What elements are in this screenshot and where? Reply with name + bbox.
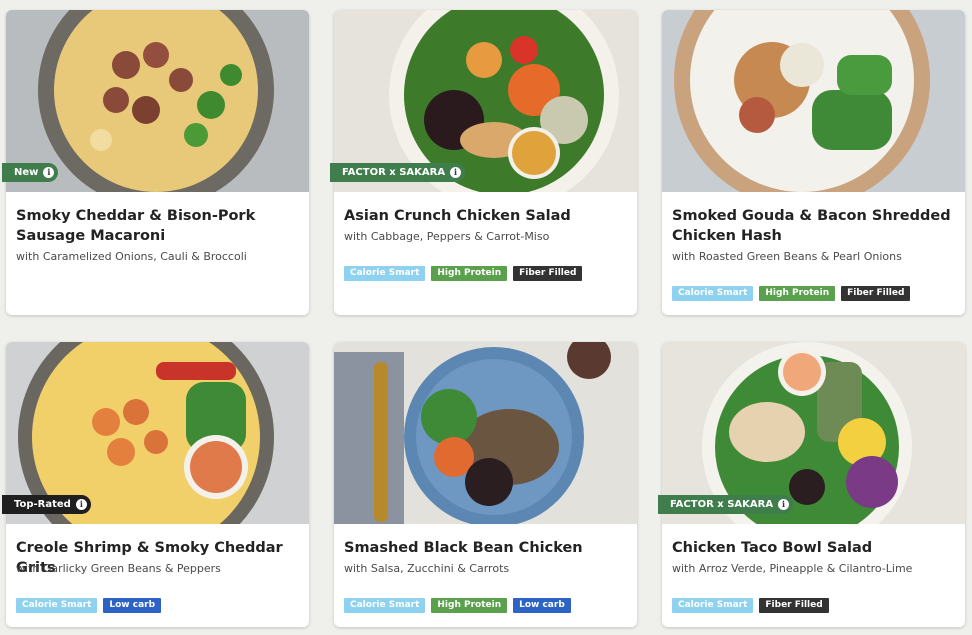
meal-image[interactable]	[662, 10, 965, 192]
info-icon[interactable]: i	[450, 167, 462, 178]
tag-fiber-filled: Fiber Filled	[841, 286, 911, 301]
meal-title[interactable]: Smashed Black Bean Chicken	[344, 538, 632, 558]
meal-card[interactable]: New i Smoky Cheddar & Bison-Pork Sausage …	[2, 10, 309, 315]
tag-list: Calorie Smart Low carb	[16, 598, 162, 613]
tag-list: Calorie Smart Fiber Filled	[672, 598, 829, 613]
meal-title[interactable]: Smoked Gouda & Bacon Shredded Chicken Ha…	[672, 206, 960, 246]
meal-card[interactable]: FACTOR x SAKARA i Asian Crunch Chicken Sa…	[330, 10, 637, 315]
meal-subtitle: with Roasted Green Beans & Pearl Onions	[672, 250, 902, 263]
meal-card[interactable]: Smashed Black Bean Chicken with Salsa, Z…	[334, 342, 637, 627]
meal-image[interactable]	[334, 342, 637, 524]
tag-list: Calorie Smart High Protein Fiber Filled	[672, 286, 911, 301]
meal-title[interactable]: Asian Crunch Chicken Salad	[344, 206, 632, 226]
meal-subtitle: with Garlicky Green Beans & Peppers	[16, 562, 221, 575]
meal-subtitle: with Salsa, Zucchini & Carrots	[344, 562, 510, 575]
tag-low-carb: Low carb	[513, 598, 571, 613]
info-icon[interactable]: i	[43, 167, 55, 178]
tag-list: Calorie Smart High Protein Low carb	[344, 598, 571, 613]
tag-fiber-filled: Fiber Filled	[759, 598, 829, 613]
meal-title[interactable]: Chicken Taco Bowl Salad	[672, 538, 960, 558]
tag-calorie-smart: Calorie Smart	[16, 598, 98, 613]
meal-subtitle: with Cabbage, Peppers & Carrot-Miso	[344, 230, 550, 243]
tag-calorie-smart: Calorie Smart	[344, 598, 426, 613]
meal-card[interactable]: FACTOR x SAKARA i Chicken Taco Bowl Salad…	[658, 342, 965, 627]
tag-high-protein: High Protein	[431, 266, 508, 281]
info-icon[interactable]: i	[778, 499, 790, 510]
badge-new[interactable]: New i	[2, 163, 59, 182]
info-icon[interactable]: i	[75, 499, 87, 510]
tag-list: Calorie Smart High Protein Fiber Filled	[344, 266, 583, 281]
meal-title[interactable]: Smoky Cheddar & Bison-Pork Sausage Macar…	[16, 206, 304, 246]
meal-card[interactable]: Smoked Gouda & Bacon Shredded Chicken Ha…	[662, 10, 965, 315]
tag-calorie-smart: Calorie Smart	[672, 598, 754, 613]
badge-top-rated[interactable]: Top-Rated i	[2, 495, 91, 514]
meal-card[interactable]: Top-Rated i Creole Shrimp & Smoky Cheddar…	[2, 342, 309, 627]
meal-subtitle: with Arroz Verde, Pineapple & Cilantro-L…	[672, 562, 913, 575]
tag-high-protein: High Protein	[759, 286, 836, 301]
badge-factor-sakara[interactable]: FACTOR x SAKARA i	[658, 495, 794, 514]
tag-high-protein: High Protein	[431, 598, 508, 613]
tag-low-carb: Low carb	[103, 598, 162, 613]
tag-calorie-smart: Calorie Smart	[672, 286, 754, 301]
tag-calorie-smart: Calorie Smart	[344, 266, 426, 281]
tag-fiber-filled: Fiber Filled	[513, 266, 583, 281]
badge-factor-sakara[interactable]: FACTOR x SAKARA i	[330, 163, 466, 182]
meal-subtitle: with Caramelized Onions, Cauli & Broccol…	[16, 250, 247, 263]
